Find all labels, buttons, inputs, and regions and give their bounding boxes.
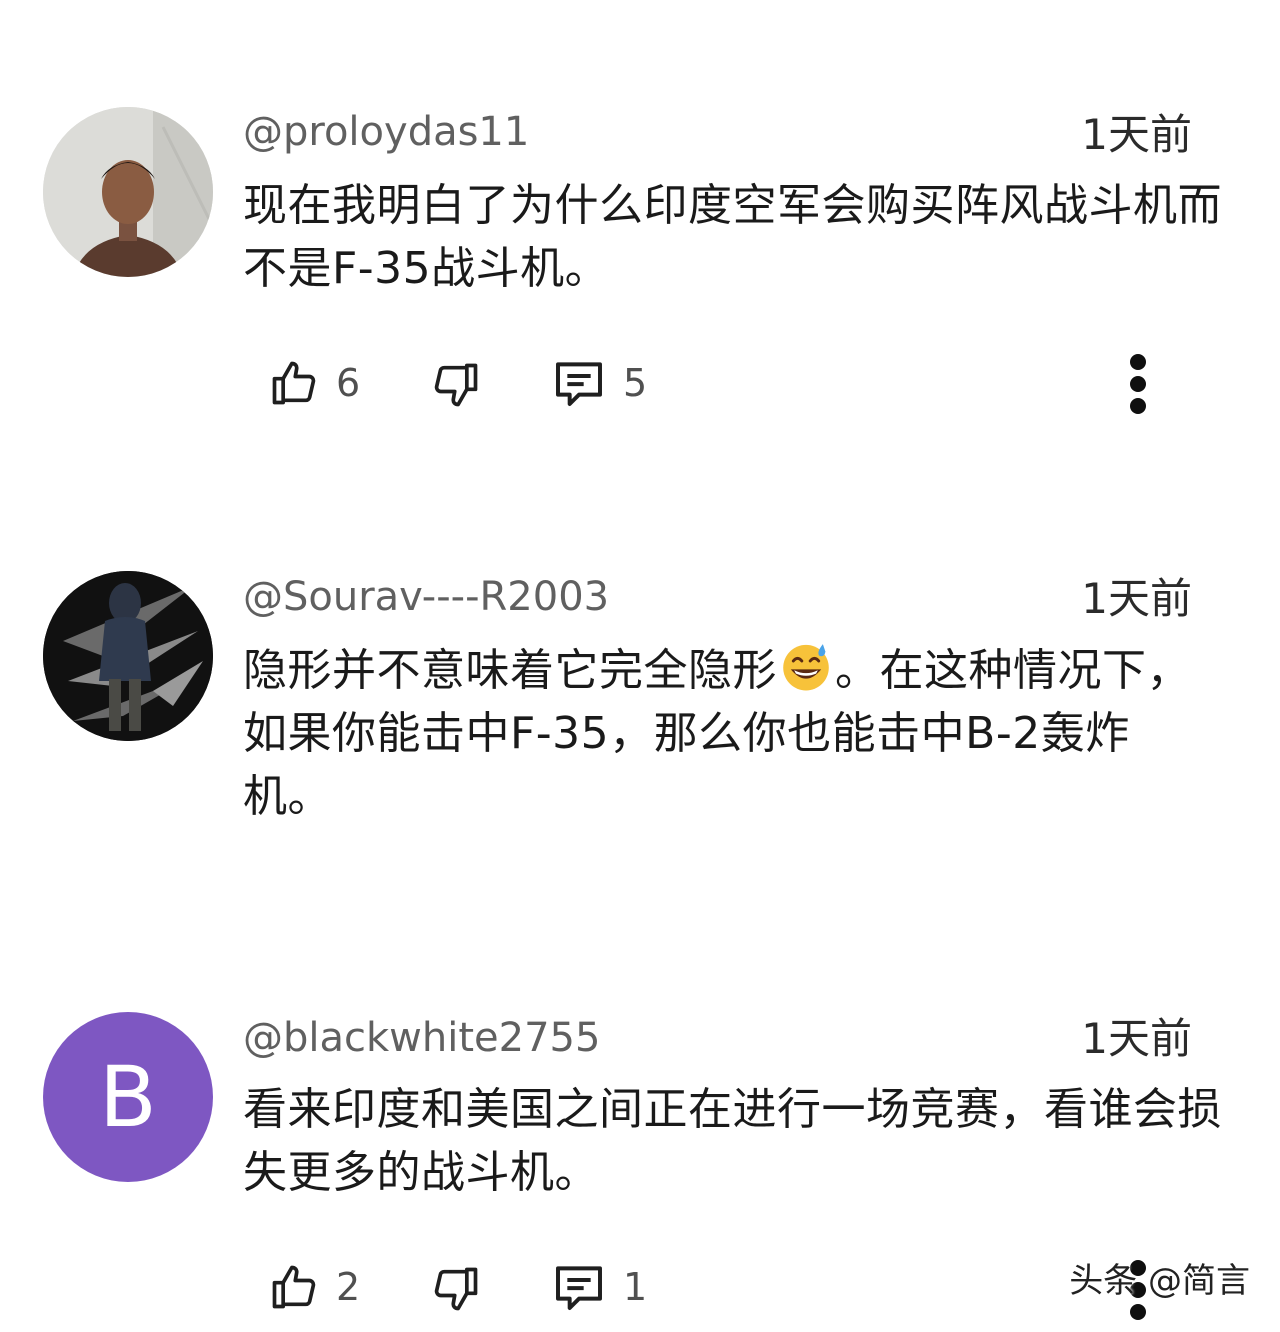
comment-icon <box>556 362 602 406</box>
reply-button[interactable]: 1 <box>551 1257 647 1317</box>
thumb-up-icon <box>272 1265 316 1309</box>
comment-text: 隐形并不意味着它完全隐形 。在这种情况下，如果你能击中F-35，那么你也能击中B… <box>243 639 1218 828</box>
like-count: 2 <box>336 1265 361 1309</box>
comment-time: 1天前 <box>1081 1014 1192 1063</box>
watermark: 头条 @简言 <box>1069 1261 1250 1301</box>
hooded-figure-avatar <box>43 571 213 741</box>
comment-time: 1天前 <box>1081 110 1192 159</box>
like-count: 6 <box>336 361 361 405</box>
more-vertical-icon <box>1130 354 1146 414</box>
avatar-letter: B <box>99 1048 157 1146</box>
comment-author[interactable]: @blackwhite2755 <box>243 1018 600 1058</box>
thumb-up-icon <box>272 361 316 405</box>
more-options-button[interactable] <box>1120 352 1156 422</box>
reply-count: 5 <box>623 361 648 405</box>
dislike-button[interactable] <box>430 355 482 415</box>
comment-text: 现在我明白了为什么印度空军会购买阵风战斗机而不是F-35战斗机。 <box>243 180 1222 294</box>
thumb-down-icon <box>434 1267 478 1311</box>
comment-text-part: 隐形并不意味着它完全隐形 <box>243 645 777 696</box>
comment-text: 看来印度和美国之间正在进行一场竞赛，看谁会损失更多的战斗机。 <box>243 1084 1222 1198</box>
reply-count: 1 <box>623 1265 648 1309</box>
user-photo-avatar <box>43 107 213 277</box>
like-button[interactable]: 2 <box>268 1257 360 1317</box>
avatar[interactable]: B <box>43 1012 213 1182</box>
reply-button[interactable]: 5 <box>551 353 647 413</box>
comment-author[interactable]: @proloydas11 <box>243 112 529 152</box>
comment-time: 1天前 <box>1081 574 1192 623</box>
thumb-down-icon <box>434 363 478 407</box>
comment-icon <box>556 1266 602 1310</box>
avatar[interactable] <box>43 107 213 277</box>
comment-author[interactable]: @Sourav----R2003 <box>243 577 609 617</box>
dislike-button[interactable] <box>430 1259 482 1319</box>
avatar[interactable] <box>43 571 213 741</box>
grinning-sweat-emoji <box>783 644 829 691</box>
like-button[interactable]: 6 <box>268 353 360 413</box>
